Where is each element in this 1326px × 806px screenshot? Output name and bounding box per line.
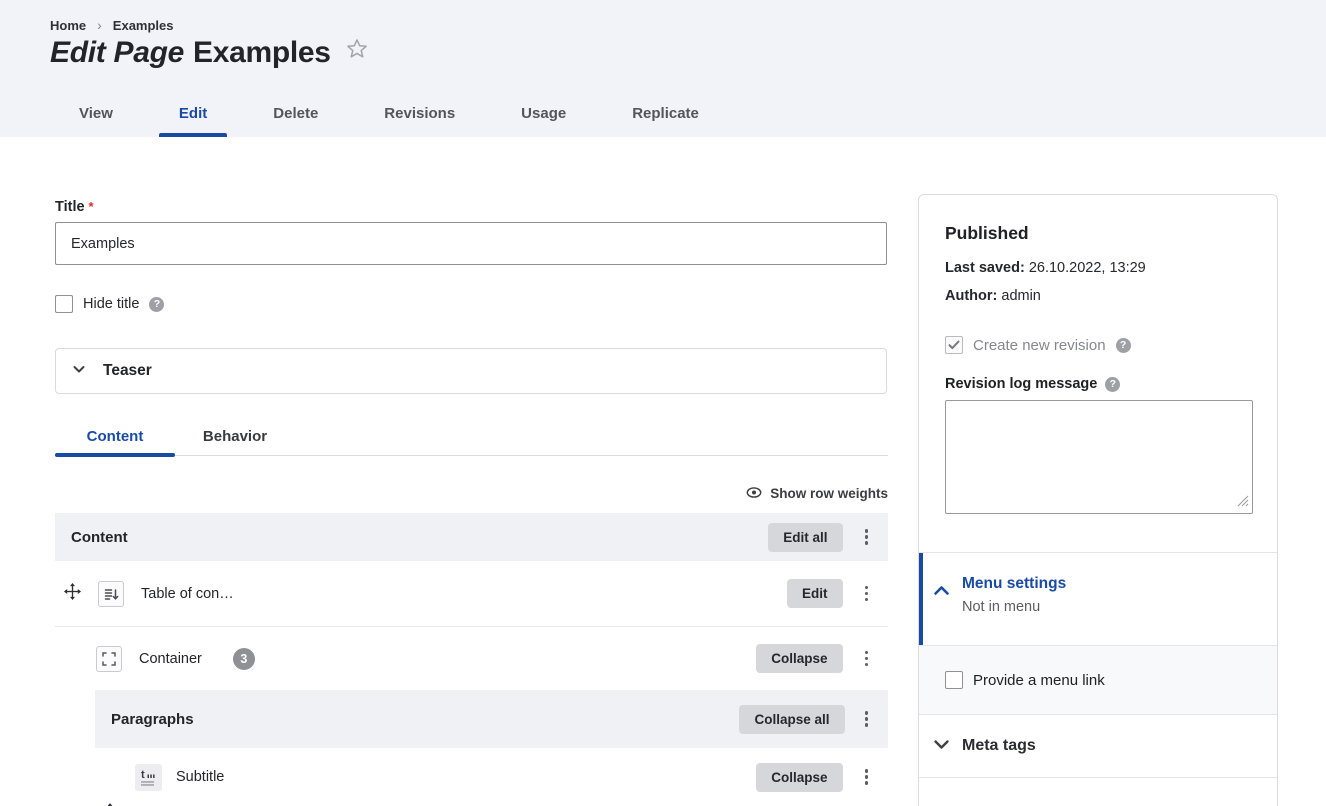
drag-handle-icon[interactable] bbox=[63, 582, 82, 605]
required-asterisk: * bbox=[89, 199, 94, 214]
field-tabs: Content Behavior bbox=[55, 423, 888, 456]
teaser-accordion[interactable]: Teaser bbox=[55, 348, 887, 394]
hide-title-label: Hide title bbox=[83, 296, 139, 312]
edit-page-screen: Home › Examples Edit Page Examples View … bbox=[0, 0, 1326, 806]
toc-row-label: Table of con… bbox=[141, 586, 234, 602]
revision-log-label-row: Revision log message ? bbox=[945, 376, 1251, 392]
revision-log-textarea[interactable] bbox=[945, 400, 1253, 514]
show-row-weights-label: Show row weights bbox=[770, 486, 888, 501]
author-label: Author: bbox=[945, 288, 997, 304]
create-new-revision-row: Create new revision ? bbox=[945, 336, 1251, 354]
breadcrumb-home-link[interactable]: Home bbox=[50, 18, 86, 33]
field-tab-behavior[interactable]: Behavior bbox=[175, 423, 295, 455]
provide-menu-link-row: Provide a menu link bbox=[919, 645, 1277, 714]
paragraph-row-container: Container 3 Collapse bbox=[55, 627, 888, 690]
field-tab-content[interactable]: Content bbox=[55, 423, 175, 455]
publish-panel: Published Last saved: 26.10.2022, 13:29 … bbox=[919, 195, 1277, 514]
kebab-menu-icon[interactable] bbox=[859, 582, 875, 606]
breadcrumb-current: Examples bbox=[113, 18, 174, 33]
author-value: admin bbox=[1001, 288, 1041, 304]
primary-tabs: View Edit Delete Revisions Usage Replica… bbox=[53, 93, 725, 137]
kebab-menu-icon[interactable] bbox=[859, 765, 875, 789]
content-field-title: Content bbox=[71, 529, 128, 546]
show-row-weights-toggle[interactable]: Show row weights bbox=[55, 486, 888, 501]
tab-delete[interactable]: Delete bbox=[247, 93, 344, 137]
chevron-right-icon: › bbox=[97, 17, 102, 33]
last-saved-label: Last saved: bbox=[945, 260, 1025, 276]
revision-log-wrap bbox=[945, 400, 1251, 514]
eye-icon bbox=[746, 486, 762, 501]
page-header: Home › Examples Edit Page Examples View … bbox=[0, 0, 1326, 137]
teaser-label: Teaser bbox=[103, 362, 152, 380]
toc-paragraph-icon bbox=[98, 581, 124, 607]
paragraphs-subfield-header: Paragraphs Collapse all bbox=[95, 690, 888, 748]
collapse-row-button[interactable]: Collapse bbox=[756, 763, 842, 792]
chevron-up-icon bbox=[933, 583, 950, 601]
page-title: Edit Page Examples bbox=[50, 36, 370, 70]
page-title-entity: Examples bbox=[193, 36, 331, 70]
container-paragraph-icon bbox=[96, 646, 122, 672]
children-count-badge: 3 bbox=[233, 648, 255, 670]
meta-tags-title: Meta tags bbox=[962, 737, 1036, 755]
content-field-header: Content Edit all bbox=[55, 513, 888, 561]
page-title-action: Edit Page bbox=[50, 36, 184, 70]
svg-text:t: t bbox=[141, 769, 145, 781]
help-icon[interactable]: ? bbox=[1116, 338, 1131, 353]
last-saved-line: Last saved: 26.10.2022, 13:29 bbox=[945, 260, 1251, 276]
title-input[interactable] bbox=[55, 222, 887, 265]
subtitle-paragraph-icon: t bbox=[135, 764, 162, 791]
tab-replicate[interactable]: Replicate bbox=[606, 93, 725, 137]
paragraph-row-subtitle: t Subtitle Collapse bbox=[95, 748, 888, 806]
tab-view[interactable]: View bbox=[53, 93, 139, 137]
author-line: Author: admin bbox=[945, 288, 1251, 304]
provide-menu-link-label: Provide a menu link bbox=[973, 672, 1105, 689]
help-icon[interactable]: ? bbox=[1105, 377, 1120, 392]
kebab-menu-icon[interactable] bbox=[859, 525, 875, 549]
title-label-text: Title bbox=[55, 199, 85, 215]
chevron-down-icon bbox=[933, 737, 950, 755]
help-icon[interactable]: ? bbox=[149, 297, 164, 312]
tab-revisions[interactable]: Revisions bbox=[358, 93, 481, 137]
subtitle-row-label: Subtitle bbox=[176, 769, 224, 785]
collapse-row-button[interactable]: Collapse bbox=[756, 644, 842, 673]
meta-tags-accordion[interactable]: Meta tags bbox=[919, 714, 1277, 778]
revision-log-label: Revision log message bbox=[945, 376, 1097, 392]
kebab-menu-icon[interactable] bbox=[859, 707, 875, 731]
hide-title-checkbox[interactable] bbox=[55, 295, 73, 313]
active-section-indicator bbox=[919, 553, 923, 645]
last-saved-value: 26.10.2022, 13:29 bbox=[1029, 260, 1146, 276]
paragraph-row-toc: Table of con… Edit bbox=[55, 561, 888, 627]
drag-handle-icon-clipped[interactable] bbox=[104, 798, 116, 806]
breadcrumb: Home › Examples bbox=[50, 17, 174, 33]
chevron-down-icon bbox=[71, 361, 87, 382]
paragraphs-subfield-title: Paragraphs bbox=[111, 711, 194, 728]
edit-all-button[interactable]: Edit all bbox=[768, 523, 842, 552]
tab-usage[interactable]: Usage bbox=[495, 93, 592, 137]
menu-settings-accordion[interactable]: Menu settings Not in menu bbox=[919, 552, 1277, 645]
star-icon[interactable] bbox=[344, 36, 370, 70]
tab-edit[interactable]: Edit bbox=[153, 93, 233, 137]
provide-menu-link-checkbox[interactable] bbox=[945, 671, 963, 689]
edit-row-button[interactable]: Edit bbox=[787, 579, 843, 608]
title-field-label: Title * bbox=[55, 199, 94, 215]
menu-settings-title: Menu settings bbox=[962, 575, 1066, 593]
collapse-all-button[interactable]: Collapse all bbox=[739, 705, 844, 734]
hide-title-row: Hide title ? bbox=[55, 295, 164, 313]
create-new-revision-label: Create new revision bbox=[973, 337, 1106, 354]
container-row-label: Container bbox=[139, 651, 202, 667]
kebab-menu-icon[interactable] bbox=[859, 647, 875, 671]
create-new-revision-checkbox[interactable] bbox=[945, 336, 963, 354]
meta-sidebar: Published Last saved: 26.10.2022, 13:29 … bbox=[918, 194, 1278, 806]
menu-settings-summary: Not in menu bbox=[962, 599, 1066, 615]
status-heading: Published bbox=[945, 223, 1251, 244]
